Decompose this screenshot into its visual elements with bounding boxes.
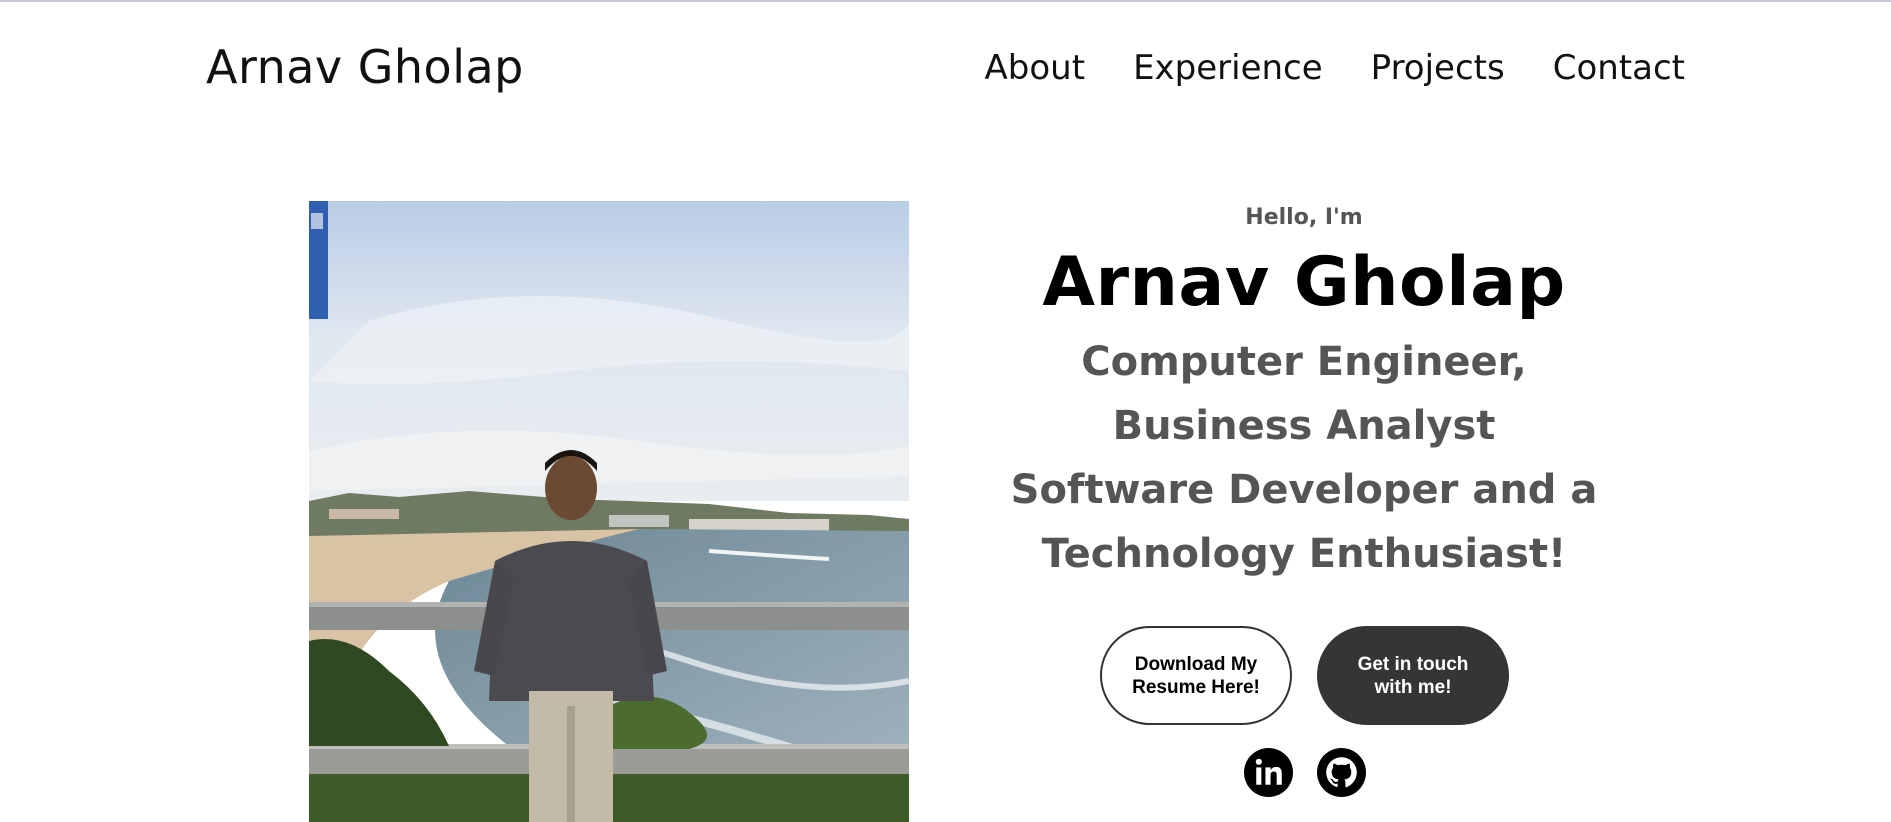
github-icon[interactable] [1317, 748, 1366, 797]
nav-link-about[interactable]: About [985, 48, 1086, 88]
download-resume-button[interactable]: Download My Resume Here! [1100, 626, 1292, 725]
profile-photo [309, 201, 909, 822]
nav-link-projects[interactable]: Projects [1371, 48, 1505, 88]
greeting-text: Hello, I'm [1245, 205, 1363, 230]
social-links [1244, 748, 1366, 797]
nav-item-about: About [985, 48, 1086, 88]
nav-link-contact[interactable]: Contact [1553, 48, 1685, 88]
nav-item-contact: Contact [1553, 48, 1685, 88]
linkedin-icon[interactable] [1244, 748, 1293, 797]
nav-item-projects: Projects [1371, 48, 1505, 88]
profile-photo-image [309, 201, 909, 822]
subtitle-line-2: Business Analyst [1112, 403, 1496, 449]
get-in-touch-button[interactable]: Get in touch with me! [1317, 626, 1509, 725]
hero-section: Hello, I'm Arnav Gholap Computer Enginee… [1004, 205, 1604, 586]
hero-buttons: Download My Resume Here! Get in touch wi… [1100, 626, 1509, 725]
hero-name: Arnav Gholap [1042, 243, 1566, 322]
subtitle-line-1: Computer Engineer, [1081, 339, 1527, 385]
subtitle-line-3: Software Developer and a [1010, 467, 1598, 513]
navbar: Arnav Gholap About Experience Projects C… [0, 0, 1891, 140]
site-logo[interactable]: Arnav Gholap [206, 40, 524, 94]
subtitle-line-4: Technology Enthusiast! [1041, 531, 1567, 577]
nav-links: About Experience Projects Contact [985, 48, 1685, 88]
nav-item-experience: Experience [1133, 48, 1323, 88]
nav-link-experience[interactable]: Experience [1133, 48, 1323, 88]
